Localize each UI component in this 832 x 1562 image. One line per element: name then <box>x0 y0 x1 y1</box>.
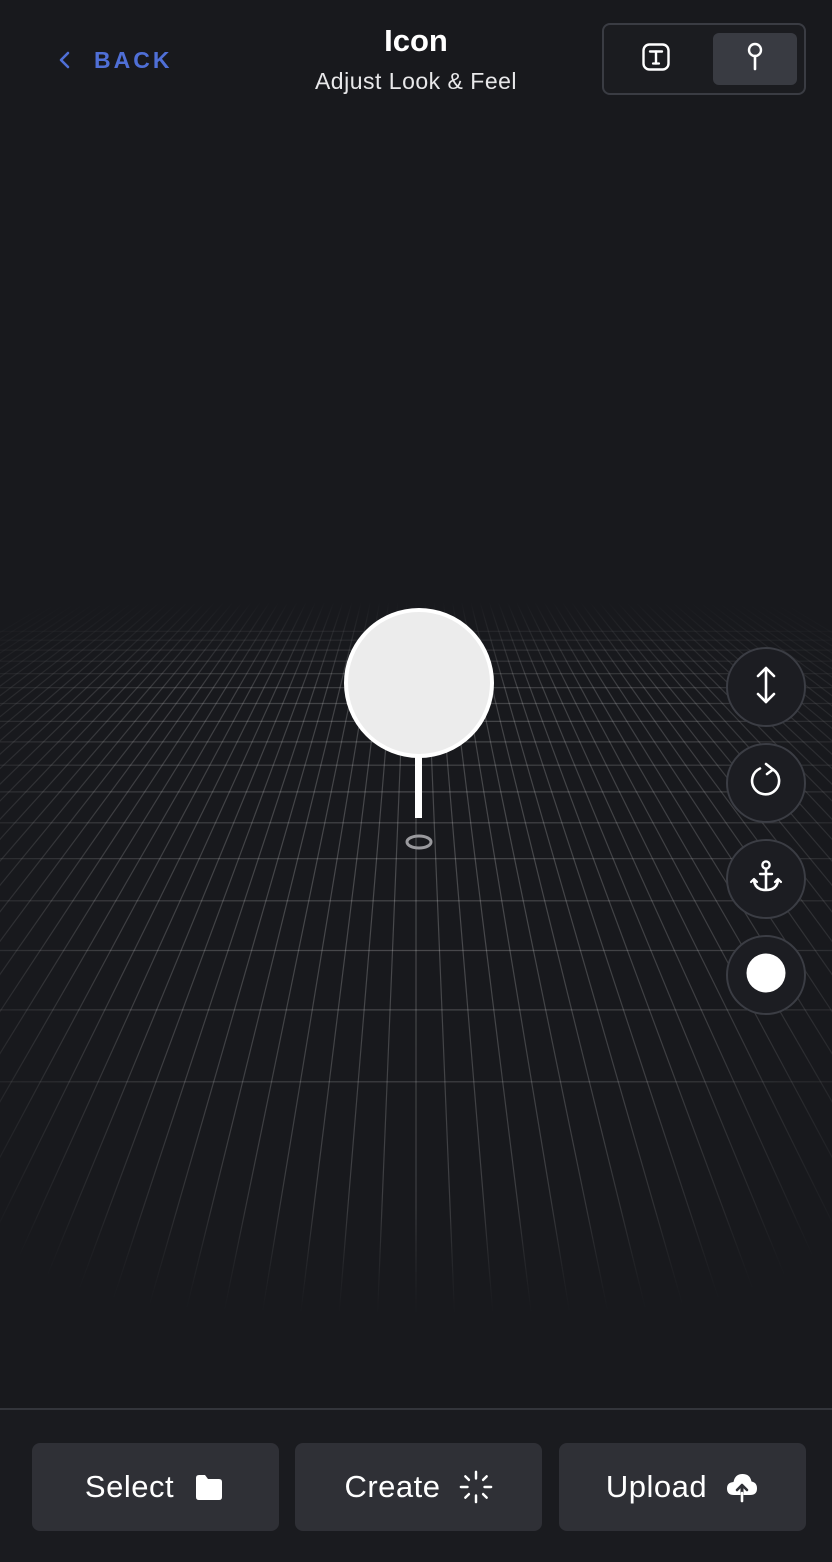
chevron-left-icon <box>52 47 78 73</box>
grid-line <box>331 379 417 1401</box>
select-button[interactable]: Select <box>32 1443 279 1531</box>
anchor-tool-button[interactable] <box>726 839 806 919</box>
text-mode-button[interactable] <box>614 33 698 85</box>
back-label: BACK <box>94 46 173 73</box>
upload-button[interactable]: Upload <box>559 1443 806 1531</box>
map-pin-icon <box>745 42 765 77</box>
grid-line <box>415 379 459 1401</box>
grid-line <box>415 379 753 1401</box>
grid-line <box>373 379 417 1401</box>
grid-line <box>415 379 627 1401</box>
grid-line <box>121 379 417 1401</box>
create-label: Create <box>344 1469 441 1504</box>
vertical-arrows-icon <box>751 664 781 711</box>
grid-line <box>415 379 585 1401</box>
folder-icon <box>192 1470 226 1504</box>
ground-grid <box>0 379 832 1401</box>
icon-editor-screen: BACK Icon Adjust Look & Feel Select Crea… <box>0 0 832 1562</box>
grid-line <box>415 379 711 1401</box>
header-bar: BACK Icon Adjust Look & Feel <box>0 0 832 120</box>
bottom-action-bar: Select Create Upload <box>0 1408 832 1562</box>
select-label: Select <box>84 1469 175 1504</box>
back-button[interactable]: BACK <box>52 40 172 80</box>
white-circle-icon <box>745 952 787 999</box>
anchor-icon <box>749 859 783 900</box>
grid-line <box>205 379 417 1401</box>
height-tool-button[interactable] <box>726 647 806 727</box>
upload-label: Upload <box>605 1469 708 1504</box>
grid-line <box>415 379 501 1401</box>
cloud-upload-icon <box>725 1470 759 1504</box>
text-box-icon <box>641 42 671 77</box>
mode-toggle <box>602 23 806 95</box>
rotate-icon <box>746 761 786 806</box>
rotate-tool-button[interactable] <box>726 743 806 823</box>
3d-viewport[interactable] <box>0 0 832 1408</box>
sparkle-loader-icon <box>459 1470 493 1504</box>
grid-line <box>247 379 417 1401</box>
color-tool-button[interactable] <box>726 935 806 1015</box>
pin-mode-button[interactable] <box>713 33 797 85</box>
grid-line <box>79 379 417 1401</box>
create-button[interactable]: Create <box>295 1443 542 1531</box>
